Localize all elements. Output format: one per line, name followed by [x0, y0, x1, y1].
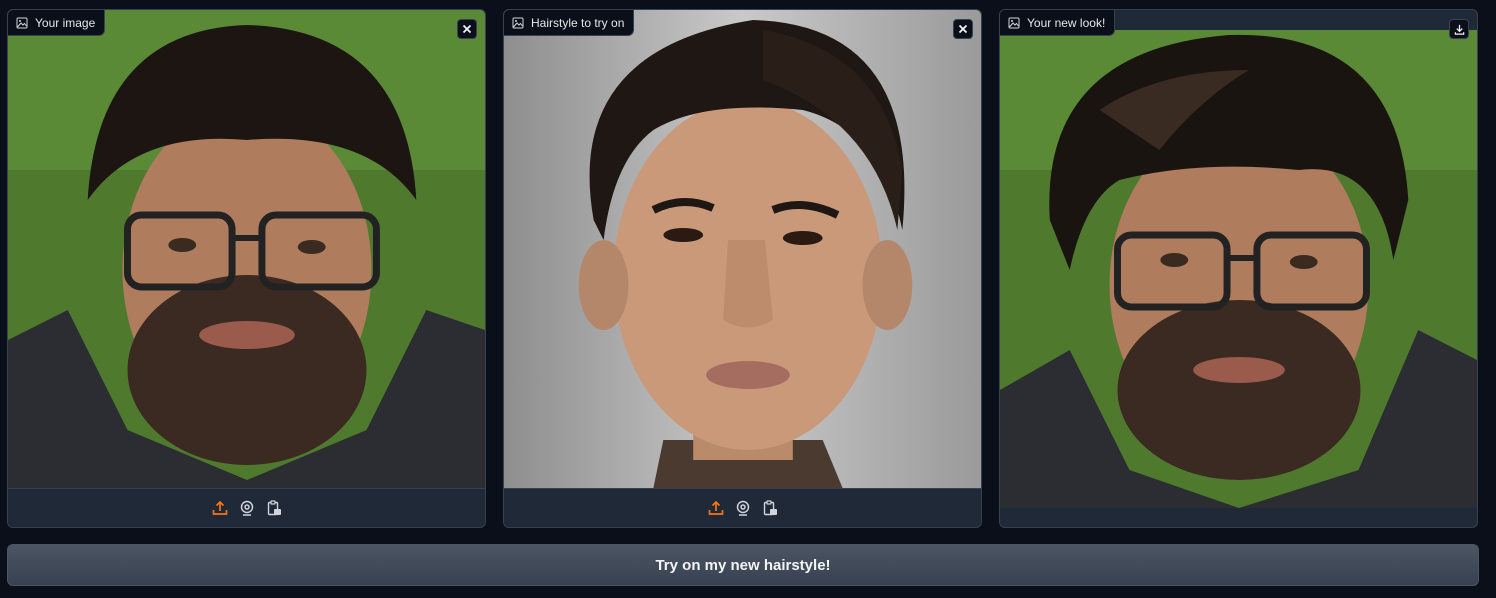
webcam-icon: [239, 500, 255, 516]
image-icon: [512, 17, 524, 29]
source-image-panel: Your image: [7, 9, 486, 528]
hairstyle-toolbar: [504, 488, 981, 527]
download-result-button[interactable]: [1449, 19, 1469, 39]
clear-source-button[interactable]: [457, 19, 477, 39]
upload-icon: [708, 500, 724, 516]
image-icon: [1008, 17, 1020, 29]
result-image-label: Your new look!: [1000, 10, 1116, 36]
result-image-label-text: Your new look!: [1027, 15, 1106, 30]
download-icon: [1454, 24, 1465, 35]
webcam-button[interactable]: [734, 500, 751, 517]
clipboard-icon: [762, 500, 778, 516]
try-on-button[interactable]: Try on my new hairstyle!: [7, 544, 1479, 586]
paste-clipboard-button[interactable]: [761, 500, 778, 517]
hairstyle-photo[interactable]: [504, 10, 981, 488]
upload-button[interactable]: [211, 500, 228, 517]
result-image-panel: Your new look!: [999, 9, 1478, 528]
source-photo[interactable]: [8, 10, 485, 488]
close-icon: [462, 24, 472, 34]
hairstyle-image-label: Hairstyle to try on: [504, 10, 635, 36]
clear-hairstyle-button[interactable]: [953, 19, 973, 39]
hairstyle-image-panel: Hairstyle to try on: [503, 9, 982, 528]
source-image-label: Your image: [8, 10, 106, 36]
hairstyle-image-label-text: Hairstyle to try on: [531, 15, 625, 30]
result-photo: [1000, 30, 1477, 508]
paste-clipboard-button[interactable]: [265, 500, 282, 517]
close-icon: [958, 24, 968, 34]
webcam-button[interactable]: [238, 500, 255, 517]
image-icon: [16, 17, 28, 29]
source-toolbar: [8, 488, 485, 527]
upload-button[interactable]: [707, 500, 724, 517]
webcam-icon: [735, 500, 751, 516]
source-image-label-text: Your image: [35, 15, 96, 30]
clipboard-icon: [266, 500, 282, 516]
image-panels-row: Your image Hairstyle to try on Your new …: [7, 9, 1479, 528]
upload-icon: [212, 500, 228, 516]
